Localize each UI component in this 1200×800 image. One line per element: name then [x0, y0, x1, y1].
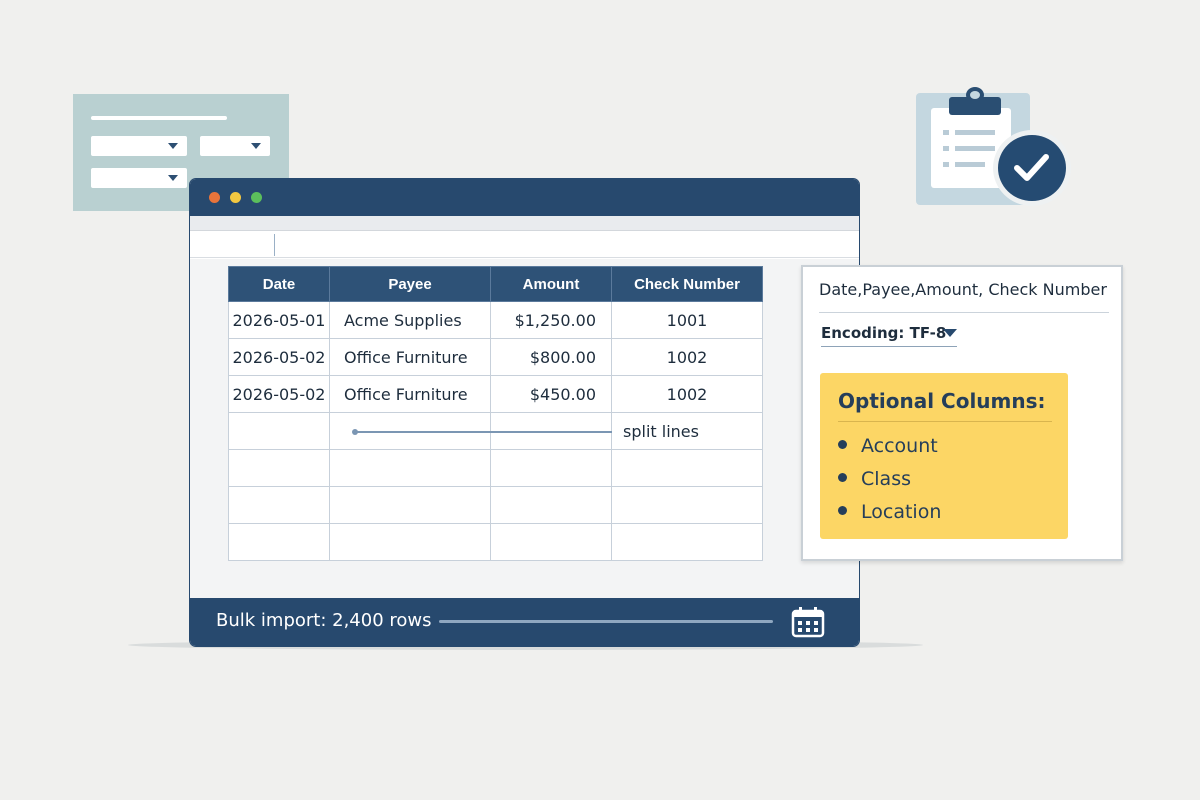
- table-cell[interactable]: [611, 523, 763, 561]
- table-cell[interactable]: [228, 449, 330, 487]
- split-lines-label: split lines: [623, 422, 699, 441]
- table-row: [228, 449, 763, 487]
- divider: [838, 421, 1052, 422]
- column-header-payee[interactable]: Payee: [329, 266, 491, 302]
- table-row: 2026-05-01 Acme Supplies $1,250.00 1001: [228, 301, 763, 339]
- table-cell[interactable]: [490, 486, 612, 524]
- bullet-icon: [838, 440, 847, 449]
- table-cell[interactable]: [329, 523, 491, 561]
- table-cell[interactable]: [329, 486, 491, 524]
- table-cell[interactable]: [490, 449, 612, 487]
- import-table: Date Payee Amount Check Number 2026-05-0…: [228, 266, 763, 561]
- column-header-date[interactable]: Date: [228, 266, 330, 302]
- maximize-window-button[interactable]: [251, 192, 262, 203]
- close-window-button[interactable]: [209, 192, 220, 203]
- form-line: [91, 116, 227, 120]
- status-bar: Bulk import: 2,400 rows: [190, 598, 859, 646]
- table-header-row: Date Payee Amount Check Number: [228, 266, 763, 302]
- optional-column-item[interactable]: Account: [838, 435, 938, 457]
- import-settings-panel: Date,Payee,Amount, Check Number Encoding…: [801, 265, 1123, 561]
- column-header-amount[interactable]: Amount: [490, 266, 612, 302]
- table-cell[interactable]: [611, 449, 763, 487]
- column-header-check-number[interactable]: Check Number: [611, 266, 763, 302]
- table-cell[interactable]: 1002: [611, 375, 763, 413]
- table-cell[interactable]: $800.00: [490, 338, 612, 376]
- table-cell[interactable]: 2026-05-02: [228, 338, 330, 376]
- optional-columns-box: Optional Columns: Account Class Location: [820, 373, 1068, 539]
- table-cell[interactable]: $450.00: [490, 375, 612, 413]
- toolbar: [190, 216, 859, 231]
- status-progress-line: [439, 620, 773, 623]
- table-cell[interactable]: [329, 449, 491, 487]
- minimize-window-button[interactable]: [230, 192, 241, 203]
- table-cell[interactable]: 2026-05-01: [228, 301, 330, 339]
- checkmark-icon: [993, 130, 1071, 206]
- table-cell[interactable]: [228, 523, 330, 561]
- bulk-import-status: Bulk import: 2,400 rows: [216, 610, 432, 631]
- split-line-connector: [354, 431, 612, 433]
- clipboard-bullet: [943, 162, 949, 167]
- spreadsheet-window: Date Payee Amount Check Number 2026-05-0…: [189, 178, 860, 647]
- window-titlebar: [190, 179, 859, 216]
- dropdown-arrow-icon: [168, 143, 178, 149]
- table-cell[interactable]: 2026-05-02: [228, 375, 330, 413]
- clipboard-line: [955, 130, 995, 135]
- optional-column-label: Account: [861, 435, 938, 457]
- divider: [819, 312, 1109, 313]
- optional-column-item[interactable]: Class: [838, 468, 911, 490]
- form-dropdown: [91, 168, 187, 188]
- table-row: [228, 523, 763, 561]
- table-cell[interactable]: [490, 523, 612, 561]
- table-cell[interactable]: 1001: [611, 301, 763, 339]
- encoding-select[interactable]: Encoding: TF-8: [821, 324, 946, 342]
- clipboard-line: [955, 146, 995, 151]
- table-cell[interactable]: [228, 412, 330, 450]
- formula-separator: [274, 234, 275, 256]
- optional-column-label: Location: [861, 501, 942, 523]
- table-cell[interactable]: Acme Supplies: [329, 301, 491, 339]
- clipboard-bullet: [943, 146, 949, 151]
- chevron-down-icon[interactable]: [943, 329, 957, 337]
- table-cell[interactable]: $1,250.00: [490, 301, 612, 339]
- clipboard-bullet: [943, 130, 949, 135]
- dropdown-arrow-icon: [251, 143, 261, 149]
- table-row: 2026-05-02 Office Furniture $450.00 1002: [228, 375, 763, 413]
- bullet-icon: [838, 506, 847, 515]
- csv-header-preview: Date,Payee,Amount, Check Number: [819, 280, 1107, 299]
- dropdown-arrow-icon: [168, 175, 178, 181]
- optional-columns-title: Optional Columns:: [838, 389, 1046, 413]
- table-cell[interactable]: [611, 486, 763, 524]
- clipboard-ring: [966, 87, 984, 103]
- table-cell[interactable]: 1002: [611, 338, 763, 376]
- optional-column-label: Class: [861, 468, 911, 490]
- form-dropdown: [200, 136, 270, 156]
- table-cell[interactable]: Office Furniture: [329, 338, 491, 376]
- table-cell[interactable]: [228, 486, 330, 524]
- table-row: 2026-05-02 Office Furniture $800.00 1002: [228, 338, 763, 376]
- formula-bar[interactable]: [190, 231, 859, 258]
- calendar-icon[interactable]: [790, 606, 826, 638]
- clipboard-line: [955, 162, 985, 167]
- form-dropdown: [91, 136, 187, 156]
- bullet-icon: [838, 473, 847, 482]
- encoding-underline: [821, 346, 957, 347]
- table-cell[interactable]: Office Furniture: [329, 375, 491, 413]
- optional-column-item[interactable]: Location: [838, 501, 941, 523]
- table-row: [228, 486, 763, 524]
